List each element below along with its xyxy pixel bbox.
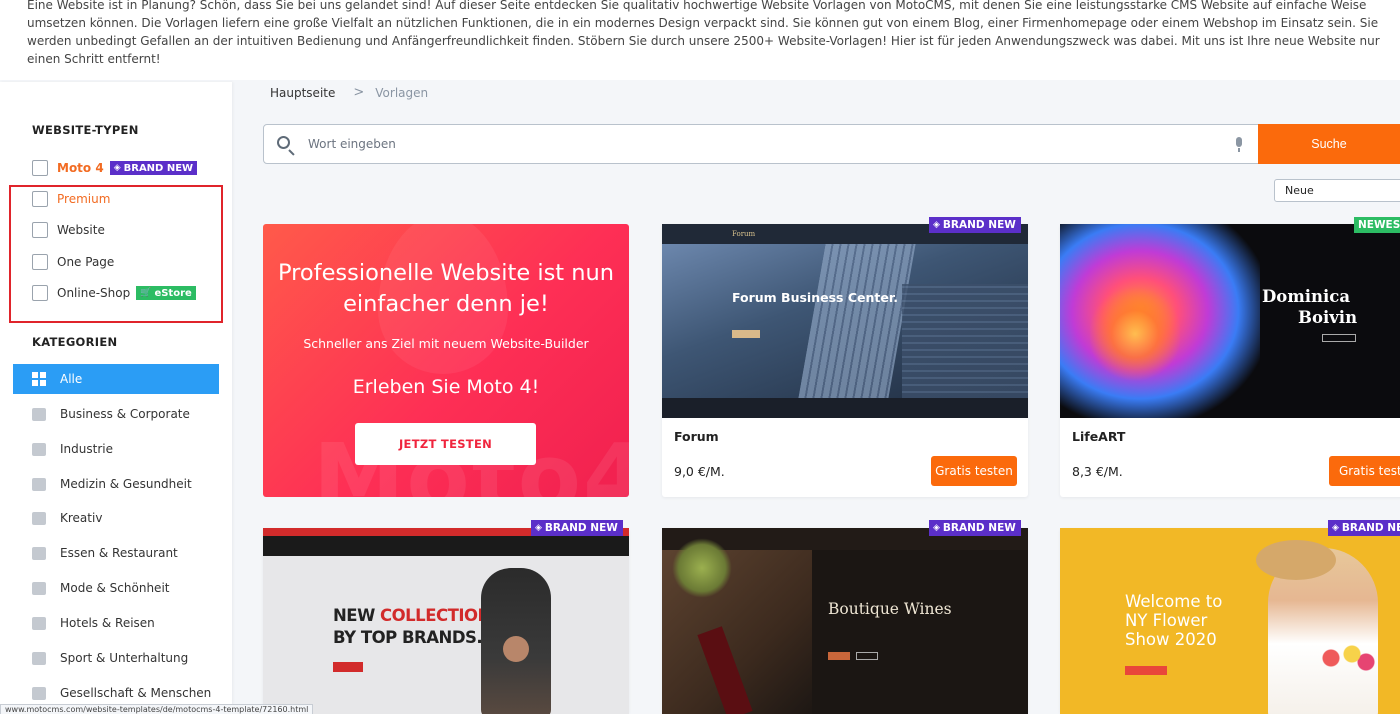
restaurant-icon — [32, 546, 46, 560]
chevron-right-icon: > — [353, 85, 365, 100]
category-business[interactable]: Business & Corporate — [13, 399, 219, 429]
breadcrumb: Hauptseite > Vorlagen — [270, 85, 428, 100]
thumb-headline: Forum Business Center. — [732, 290, 898, 305]
template-card-forum[interactable]: ◈ BRAND NEW Forum Forum Business Center. … — [662, 217, 1028, 497]
template-price: 9,0 €/M. — [674, 464, 725, 479]
categories-title: KATEGORIEN — [32, 335, 118, 349]
highlight-frame — [9, 185, 223, 323]
template-price: 8,3 €/M. — [1072, 464, 1123, 479]
search-icon — [272, 125, 308, 163]
checkbox-icon[interactable] — [32, 160, 48, 176]
thumb-headline-1: Dominica — [1262, 287, 1351, 306]
template-card-lifeart[interactable]: NEWES Dominica Boivin LifeART 8,3 €/M. G… — [1060, 217, 1400, 497]
category-medizin[interactable]: Medizin & Gesundheit — [13, 469, 219, 499]
template-name[interactable]: LifeART — [1072, 429, 1125, 444]
briefcase-icon — [32, 407, 46, 421]
intro-text-block: Eine Website ist in Planung? Schön, dass… — [0, 0, 1400, 80]
template-card-flower[interactable]: ◈BRAND NEW Welcome to NY Flower Show 202… — [1060, 520, 1400, 714]
brand-new-badge: ◈BRAND NEW — [531, 520, 623, 536]
microphone-icon[interactable] — [1233, 137, 1245, 153]
promo-cta-text: Erleben Sie Moto 4! — [352, 376, 540, 398]
category-label: Kreativ — [60, 511, 103, 525]
category-label: Alle — [60, 372, 83, 386]
category-label: Mode & Schönheit — [60, 581, 170, 595]
sort-select[interactable]: Neue — [1274, 179, 1400, 202]
thumb-headline-2: BY TOP BRANDS. — [333, 628, 483, 647]
shield-check-icon: ◈ — [113, 163, 121, 173]
brand-new-badge: ◈BRAND NEW — [109, 161, 198, 175]
free-trial-button[interactable]: Gratis testen — [931, 456, 1017, 486]
category-label: Medizin & Gesundheit — [60, 477, 192, 491]
category-label: Hotels & Reisen — [60, 616, 155, 630]
category-label: Industrie — [60, 442, 113, 456]
template-thumbnail[interactable]: Dominica Boivin — [1060, 224, 1400, 418]
shield-check-icon: ◈ — [535, 523, 542, 533]
category-alle[interactable]: Alle — [13, 364, 219, 394]
moto4-promo-banner: Moto4 Professionelle Website ist nun ein… — [263, 224, 629, 497]
brand-new-badge: ◈BRAND NEW — [929, 520, 1021, 536]
grid-icon — [32, 372, 46, 386]
thumb-headline: Welcome to NY Flower Show 2020 — [1125, 592, 1223, 649]
type-moto4-checkbox[interactable]: Moto 4 ◈ BRAND NEW — [32, 159, 198, 177]
website-types-title: WEBSITE-TYPEN — [32, 123, 139, 137]
thumb-logo: Forum — [732, 230, 756, 238]
category-kreativ[interactable]: Kreativ — [13, 503, 219, 533]
category-industrie[interactable]: Industrie — [13, 434, 219, 464]
type-label: Moto 4 — [57, 161, 104, 175]
template-thumbnail[interactable]: NEW COLLECTIONS BY TOP BRANDS. — [263, 528, 629, 714]
camera-icon — [32, 511, 46, 525]
search-bar — [263, 124, 1259, 164]
brand-new-badge: ◈BRAND NEW — [1328, 520, 1400, 536]
thumb-headline-1: NEW COLLECTIONS — [333, 606, 503, 625]
category-label: Gesellschaft & Menschen — [60, 686, 212, 700]
template-card-wines[interactable]: ◈ BRAND NEW Boutique Wines — [662, 520, 1028, 714]
fashion-icon — [32, 581, 46, 595]
category-label: Sport & Unterhaltung — [60, 651, 189, 665]
search-button[interactable]: Suche — [1258, 124, 1400, 164]
medical-icon — [32, 477, 46, 491]
template-thumbnail[interactable]: Welcome to NY Flower Show 2020 — [1060, 528, 1400, 714]
search-input[interactable] — [308, 137, 1208, 151]
template-thumbnail[interactable]: Forum Forum Business Center. — [662, 224, 1028, 418]
travel-icon — [32, 616, 46, 630]
filter-sidebar: WEBSITE-TYPEN Moto 4 ◈ BRAND NEW Premium … — [0, 82, 232, 714]
sort-selected-value: Neue — [1285, 184, 1314, 197]
category-label: Business & Corporate — [60, 407, 190, 421]
breadcrumb-current: Vorlagen — [375, 85, 429, 100]
breadcrumb-home-link[interactable]: Hauptseite — [270, 86, 335, 100]
template-name[interactable]: Forum — [674, 429, 719, 444]
factory-icon — [32, 442, 46, 456]
category-hotels[interactable]: Hotels & Reisen — [13, 608, 219, 638]
shield-check-icon: ◈ — [933, 523, 940, 533]
category-essen[interactable]: Essen & Restaurant — [13, 538, 219, 568]
thumb-headline-2: Boivin — [1298, 308, 1358, 327]
browser-status-url: www.motocms.com/website-templates/de/mot… — [0, 704, 314, 714]
sport-icon — [32, 651, 46, 665]
newest-badge: NEWES — [1354, 217, 1400, 233]
category-sport[interactable]: Sport & Unterhaltung — [13, 643, 219, 673]
shield-check-icon: ◈ — [933, 220, 940, 230]
promo-title: Professionelle Website ist nun einfacher… — [277, 260, 615, 317]
category-label: Essen & Restaurant — [60, 546, 178, 560]
people-icon — [32, 686, 46, 700]
thumb-headline: Boutique Wines — [828, 600, 952, 618]
promo-subtitle: Schneller ans Ziel mit neuem Website-Bui… — [303, 336, 589, 351]
category-mode[interactable]: Mode & Schönheit — [13, 573, 219, 603]
intro-paragraph: Eine Website ist in Planung? Schön, dass… — [27, 0, 1380, 66]
free-trial-button[interactable]: Gratis teste — [1329, 456, 1400, 486]
try-now-button[interactable]: JETZT TESTEN — [355, 423, 536, 465]
shield-check-icon: ◈ — [1332, 523, 1339, 533]
template-thumbnail[interactable]: Boutique Wines — [662, 528, 1028, 714]
template-card-workout[interactable]: ◈ BRAND NEW NEW COLLECTIONS BY TOP BRANDS… — [263, 520, 629, 714]
brand-new-badge: ◈BRAND NEW — [929, 217, 1021, 233]
